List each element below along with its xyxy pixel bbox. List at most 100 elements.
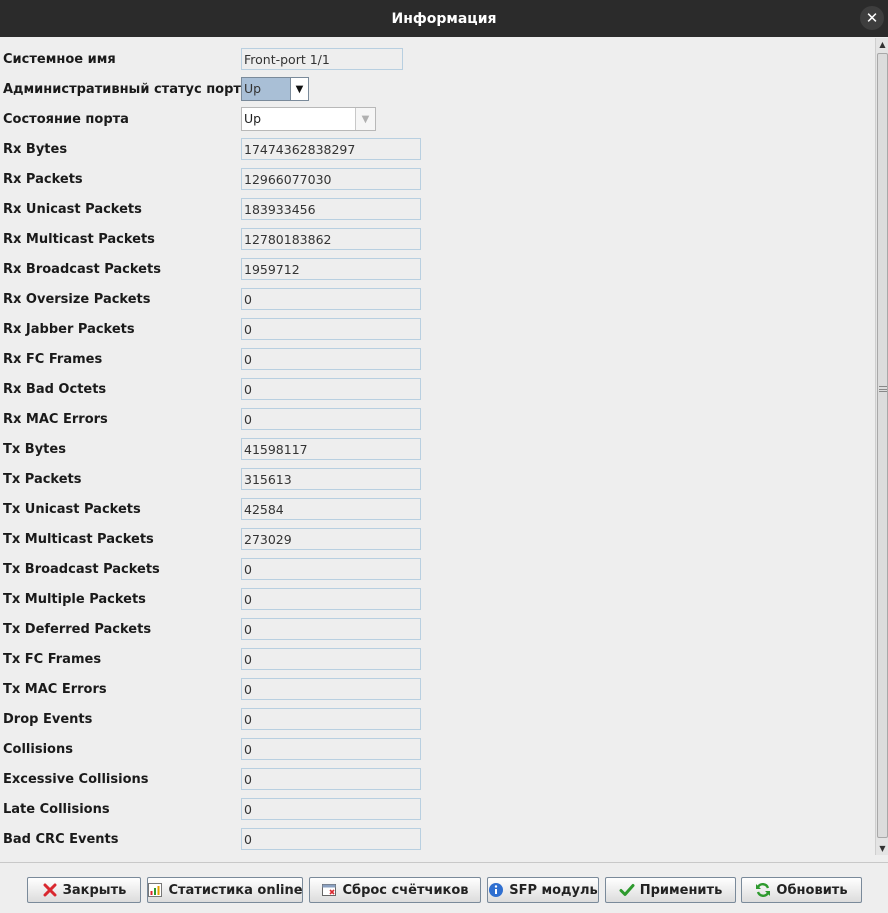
system-name-label: Системное имя: [3, 52, 116, 67]
counter-label: Rx Broadcast Packets: [3, 262, 161, 277]
counter-label: Tx Multiple Packets: [3, 592, 146, 607]
vertical-scrollbar[interactable]: ▲ ▼: [875, 38, 888, 855]
counter-row: Tx Unicast Packets 42584: [0, 491, 875, 521]
counter-label: Tx MAC Errors: [3, 682, 107, 697]
counter-value-field[interactable]: 41598117: [241, 438, 421, 460]
chevron-down-icon: ▼: [361, 113, 370, 125]
counter-value-field[interactable]: 0: [241, 828, 421, 850]
close-button-label: Закрыть: [62, 882, 127, 898]
port-state-label: Состояние порта: [3, 112, 129, 127]
counter-label: Rx Bytes: [3, 142, 68, 157]
system-name-field[interactable]: Front-port 1/1: [241, 48, 403, 70]
counter-value-field[interactable]: 0: [241, 708, 421, 730]
port-state-value: Up: [242, 108, 356, 130]
scroll-down-icon[interactable]: ▼: [877, 842, 888, 855]
counter-value-field[interactable]: 12966077030: [241, 168, 421, 190]
counter-row: Rx Oversize Packets 0: [0, 281, 875, 311]
stats-online-button-label: Статистика online: [168, 882, 303, 898]
counter-label: Tx Unicast Packets: [3, 502, 141, 517]
counter-label: Rx FC Frames: [3, 352, 103, 367]
counter-value-field[interactable]: 0: [241, 768, 421, 790]
admin-status-label: Административный статус порта: [3, 82, 250, 97]
refresh-button[interactable]: Обновить: [741, 877, 862, 903]
counter-label: Tx Multicast Packets: [3, 532, 154, 547]
counter-value-field[interactable]: 273029: [241, 528, 421, 550]
counter-value-field[interactable]: 17474362838297: [241, 138, 421, 160]
counter-label: Rx MAC Errors: [3, 412, 108, 427]
counter-value-field[interactable]: 0: [241, 288, 421, 310]
chevron-down-icon[interactable]: ▼: [290, 78, 308, 100]
apply-button-label: Применить: [639, 882, 723, 898]
close-icon: ✕: [865, 8, 879, 27]
window-close-button[interactable]: ✕: [860, 6, 884, 30]
info-form: Системное имя Front-port 1/1 Администрат…: [0, 38, 875, 855]
counter-label: Late Collisions: [3, 802, 110, 817]
counter-value-field[interactable]: 0: [241, 588, 421, 610]
counter-label: Collisions: [3, 742, 73, 757]
close-button[interactable]: Закрыть: [27, 877, 141, 903]
checkmark-icon: [619, 882, 635, 898]
counter-row: Tx Broadcast Packets 0: [0, 551, 875, 581]
counter-row: Rx Bytes 17474362838297: [0, 131, 875, 161]
counter-row: Tx Bytes 41598117: [0, 431, 875, 461]
counter-row: Tx FC Frames 0: [0, 641, 875, 671]
counter-value-field[interactable]: 42584: [241, 498, 421, 520]
counter-row: Rx Jabber Packets 0: [0, 311, 875, 341]
sfp-module-button-label: SFP модуль: [509, 882, 598, 898]
counter-value-field[interactable]: 0: [241, 318, 421, 340]
counter-row: Drop Events 0: [0, 701, 875, 731]
counter-value-field[interactable]: 0: [241, 738, 421, 760]
counter-value-field[interactable]: 0: [241, 348, 421, 370]
counter-label: Tx Broadcast Packets: [3, 562, 160, 577]
counter-row: Excessive Collisions 0: [0, 761, 875, 791]
apply-button[interactable]: Применить: [605, 877, 736, 903]
counter-value-field[interactable]: 0: [241, 678, 421, 700]
counter-value-field[interactable]: 0: [241, 408, 421, 430]
scroll-up-icon[interactable]: ▲: [877, 38, 888, 51]
counter-label: Rx Multicast Packets: [3, 232, 155, 247]
counter-value-field[interactable]: 1959712: [241, 258, 421, 280]
counter-label: Drop Events: [3, 712, 93, 727]
counter-label: Rx Jabber Packets: [3, 322, 135, 337]
window-title: Информация: [391, 10, 497, 27]
counter-value-field[interactable]: 183933456: [241, 198, 421, 220]
window-titlebar: Информация ✕: [0, 0, 888, 37]
counter-label: Tx Packets: [3, 472, 82, 487]
sfp-module-button[interactable]: SFP модуль: [487, 877, 599, 903]
grip-icon: [879, 386, 887, 392]
counter-row: Collisions 0: [0, 731, 875, 761]
refresh-button-label: Обновить: [776, 882, 848, 898]
admin-status-dropdown[interactable]: Up ▼: [241, 77, 309, 101]
counter-value-field[interactable]: 0: [241, 648, 421, 670]
counter-label: Tx Deferred Packets: [3, 622, 152, 637]
counter-value-field[interactable]: 0: [241, 798, 421, 820]
row-system-name: Системное имя Front-port 1/1: [0, 41, 875, 71]
admin-status-value: Up: [242, 78, 290, 100]
reset-counters-button[interactable]: Сброс счётчиков: [309, 877, 481, 903]
counter-row: Tx Deferred Packets 0: [0, 611, 875, 641]
counter-row: Bad CRC Events 0: [0, 821, 875, 851]
counter-label: Rx Oversize Packets: [3, 292, 151, 307]
counter-row: Rx Multicast Packets 12780183862: [0, 221, 875, 251]
scrollbar-thumb[interactable]: [877, 53, 888, 838]
stats-online-button[interactable]: Статистика online: [147, 877, 303, 903]
counter-value-field[interactable]: 12780183862: [241, 228, 421, 250]
counter-label: Rx Bad Octets: [3, 382, 107, 397]
row-port-state: Состояние порта Up ▼: [0, 101, 875, 131]
button-bar-divider: [0, 862, 888, 863]
counter-label: Bad CRC Events: [3, 832, 119, 847]
counter-value-field[interactable]: 0: [241, 618, 421, 640]
counter-label: Excessive Collisions: [3, 772, 149, 787]
reset-window-icon: [321, 882, 337, 898]
counter-row: Tx Multiple Packets 0: [0, 581, 875, 611]
counter-row: Rx Unicast Packets 183933456: [0, 191, 875, 221]
counter-row: Rx FC Frames 0: [0, 341, 875, 371]
counter-row: Tx Multicast Packets 273029: [0, 521, 875, 551]
counter-value-field[interactable]: 315613: [241, 468, 421, 490]
counter-value-field[interactable]: 0: [241, 558, 421, 580]
counter-row: Rx Broadcast Packets 1959712: [0, 251, 875, 281]
reset-counters-button-label: Сброс счётчиков: [342, 882, 469, 898]
chart-icon: [147, 882, 163, 898]
counter-row: Rx MAC Errors 0: [0, 401, 875, 431]
counter-value-field[interactable]: 0: [241, 378, 421, 400]
